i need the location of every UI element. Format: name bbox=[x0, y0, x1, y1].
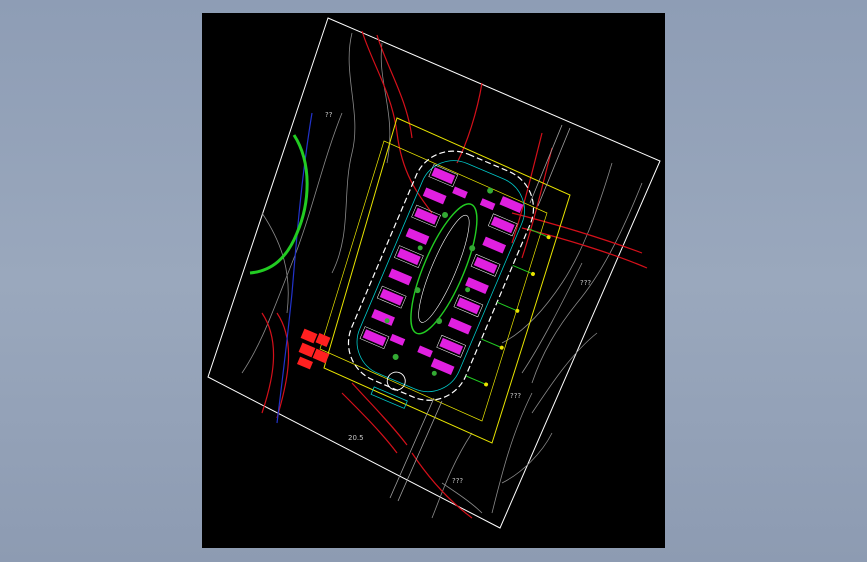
site-plan-drawing: ?? ??? ??? ??? 20.5 bbox=[207, 17, 661, 529]
annotation-4: ??? bbox=[452, 477, 463, 485]
annotation-3: ??? bbox=[510, 392, 521, 400]
water-line bbox=[276, 112, 313, 424]
annotation-1: ?? bbox=[325, 111, 333, 119]
annotation-2: ??? bbox=[580, 279, 591, 287]
cad-drawing-viewport[interactable]: ?? ??? ??? ??? 20.5 bbox=[202, 13, 665, 548]
contour-lines bbox=[241, 32, 643, 519]
site-boundary bbox=[207, 17, 661, 529]
entrance-plaza bbox=[296, 328, 331, 370]
annotation-5: 20.5 bbox=[348, 434, 364, 442]
setback-inner bbox=[319, 140, 548, 422]
green-belt bbox=[249, 134, 309, 275]
residential-cluster bbox=[347, 150, 551, 409]
